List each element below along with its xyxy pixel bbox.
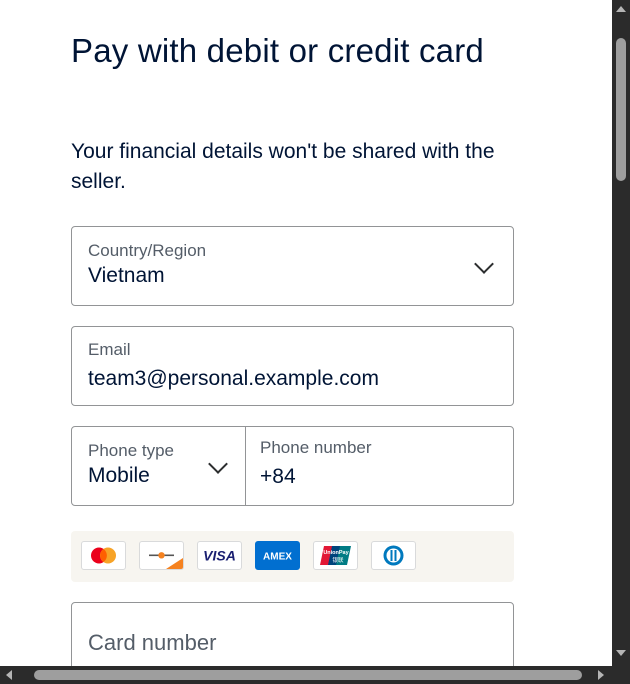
unionpay-cn-text: 银联 bbox=[332, 556, 344, 564]
card-number-placeholder: Card number bbox=[88, 630, 217, 655]
amex-text: AMEX bbox=[263, 552, 292, 563]
amex-icon: AMEX bbox=[255, 541, 300, 570]
scroll-up-arrow-icon[interactable] bbox=[616, 6, 626, 12]
email-value: team3@personal.example.com bbox=[88, 367, 379, 390]
scroll-right-arrow-icon[interactable] bbox=[598, 670, 604, 680]
chevron-down-icon bbox=[474, 254, 494, 274]
phone-type-label: Phone type bbox=[88, 441, 175, 460]
country-region-label: Country/Region bbox=[88, 241, 207, 260]
phone-number-value: +84 bbox=[260, 465, 296, 488]
checkout-viewport: Pay with debit or credit card Your finan… bbox=[0, 0, 612, 666]
horizontal-scrollbar[interactable] bbox=[0, 666, 612, 684]
vertical-scrollbar[interactable] bbox=[612, 0, 630, 666]
vertical-scroll-thumb[interactable] bbox=[616, 38, 626, 181]
horizontal-scroll-thumb[interactable] bbox=[34, 670, 582, 680]
unionpay-icon: UnionPay 银联 bbox=[313, 541, 358, 570]
phone-number-field[interactable]: Phone number +84 bbox=[245, 426, 514, 506]
phone-number-label: Phone number bbox=[260, 438, 372, 457]
card-number-field[interactable]: Card number bbox=[71, 602, 514, 666]
diners-club-icon bbox=[371, 541, 416, 570]
discover-icon bbox=[139, 541, 184, 570]
email-field[interactable]: Email team3@personal.example.com bbox=[71, 326, 514, 406]
country-region-value: Vietnam bbox=[88, 264, 165, 287]
accepted-cards-strip: VISA AMEX UnionPay 银联 bbox=[71, 531, 514, 582]
phone-type-value: Mobile bbox=[88, 464, 150, 487]
scroll-left-arrow-icon[interactable] bbox=[6, 670, 12, 680]
chevron-down-icon bbox=[208, 454, 228, 474]
country-region-select[interactable]: Country/Region Vietnam bbox=[71, 226, 514, 306]
page-subtitle: Your financial details won't be shared w… bbox=[71, 140, 495, 193]
visa-icon: VISA bbox=[197, 541, 242, 570]
scrollbar-corner bbox=[612, 666, 630, 684]
mastercard-icon bbox=[81, 541, 126, 570]
unionpay-text: UnionPay bbox=[323, 550, 349, 556]
page-title: Pay with debit or credit card bbox=[71, 32, 484, 69]
scroll-down-arrow-icon[interactable] bbox=[616, 650, 626, 656]
email-label: Email bbox=[88, 340, 131, 359]
visa-text: VISA bbox=[203, 548, 236, 564]
phone-type-select[interactable]: Phone type Mobile bbox=[71, 426, 246, 506]
